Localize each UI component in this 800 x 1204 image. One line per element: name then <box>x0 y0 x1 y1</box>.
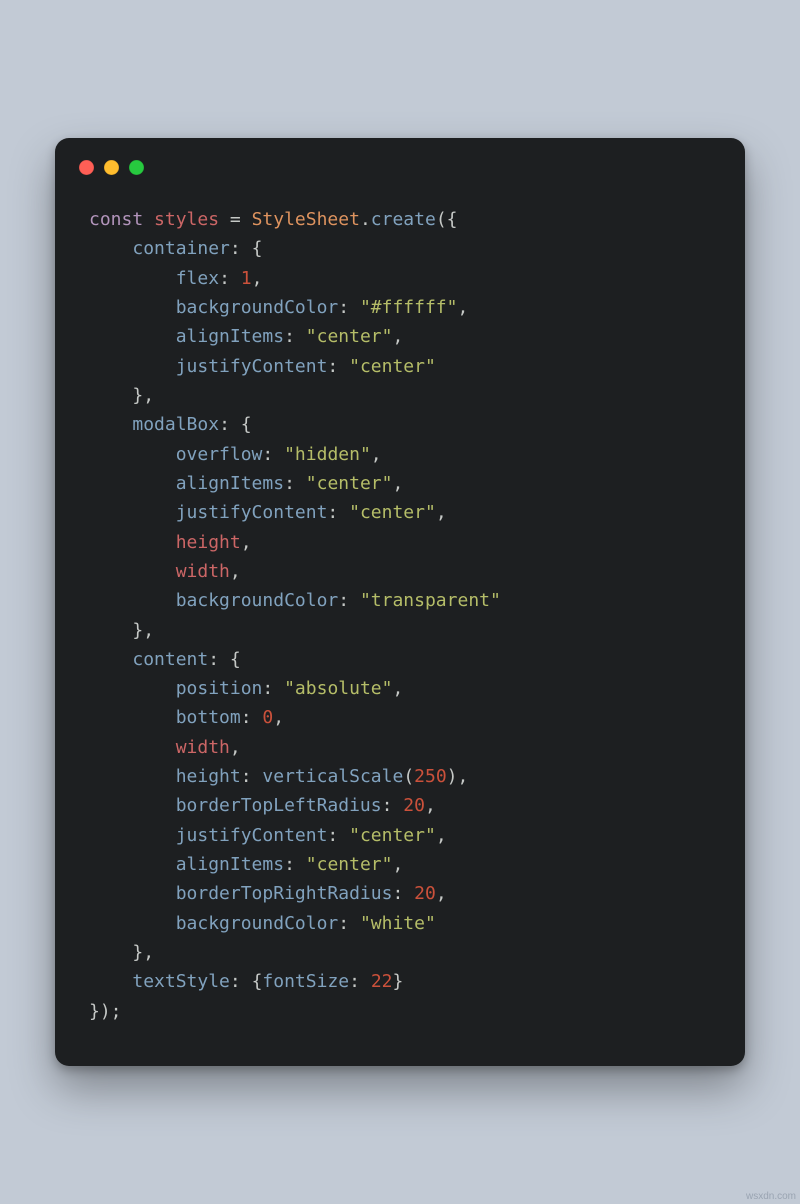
key-modalbox: modalBox <box>132 414 219 435</box>
close-icon[interactable] <box>79 160 94 175</box>
minimize-icon[interactable] <box>104 160 119 175</box>
window-titlebar <box>55 138 745 175</box>
zoom-icon[interactable] <box>129 160 144 175</box>
code-block: const styles = StyleSheet.create({ conta… <box>55 175 745 1026</box>
identifier-styles: styles <box>154 209 219 230</box>
key-content: content <box>132 649 208 670</box>
key-textstyle: textStyle <box>132 971 230 992</box>
keyword-const: const <box>89 209 143 230</box>
fn-verticalscale: verticalScale <box>262 766 403 787</box>
key-container: container <box>132 238 230 259</box>
code-window: const styles = StyleSheet.create({ conta… <box>55 138 745 1066</box>
type-stylesheet: StyleSheet <box>252 209 360 230</box>
watermark-text: wsxdn.com <box>746 1191 796 1202</box>
fn-create: create <box>371 209 436 230</box>
